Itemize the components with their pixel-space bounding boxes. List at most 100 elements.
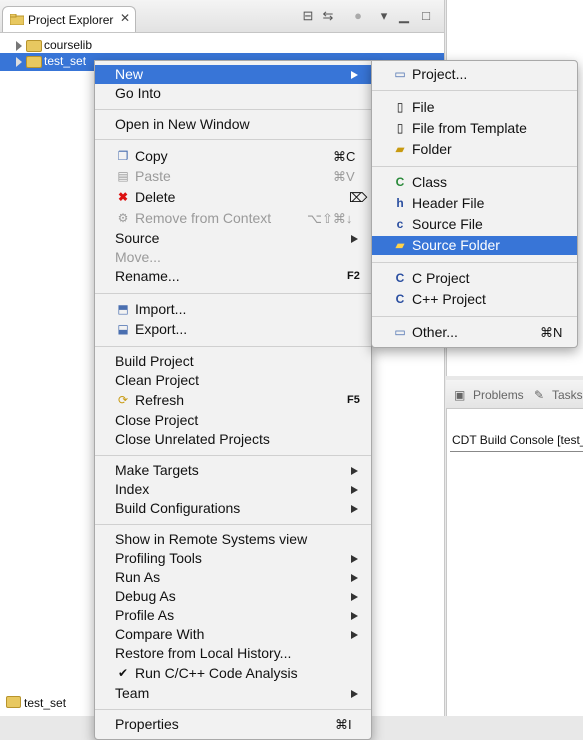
menu-item-go-into[interactable]: Go Into — [95, 84, 371, 103]
link-with-editor-icon[interactable]: ⇆ — [320, 8, 336, 24]
source-file-icon: c — [396, 217, 404, 231]
menu-item-label: Folder — [412, 141, 452, 157]
menu-item-close-unrelated[interactable]: Close Unrelated Projects — [95, 430, 371, 449]
expand-arrow-icon[interactable] — [16, 57, 22, 67]
menu-item-label: Build Project — [115, 353, 194, 369]
menu-separator — [95, 293, 371, 294]
menu-item-build-configurations[interactable]: Build Configurations — [95, 499, 371, 518]
menu-item-properties[interactable]: Properties ⌘I — [95, 715, 371, 734]
submenu-item-project[interactable]: ▭ Project... — [372, 65, 577, 84]
export-icon: ⬓ — [117, 322, 129, 336]
menu-item-label: Export... — [135, 321, 188, 337]
menu-item-source[interactable]: Source — [95, 229, 371, 248]
console-panel — [446, 380, 583, 716]
shortcut-label: F2 — [347, 270, 360, 282]
menu-item-copy[interactable]: ❐ Copy ⌘C — [95, 147, 371, 166]
menu-item-import[interactable]: ⬒ Import... — [95, 300, 371, 319]
new-wizard-icon: ▭ — [394, 325, 406, 339]
console-tabbar: ▣ Problems ✎ Tasks — [446, 380, 583, 409]
menu-item-run-code-analysis[interactable]: ✔ Run C/C++ Code Analysis — [95, 664, 371, 683]
menu-item-paste[interactable]: ▤ Paste ⌘V — [95, 167, 371, 186]
submenu-item-class[interactable]: C Class — [372, 173, 577, 192]
cpp-project-icon: C — [395, 292, 405, 306]
collapse-all-icon[interactable]: ⊟ — [300, 8, 316, 24]
shortcut-label: ⌘C — [333, 149, 356, 164]
menu-item-label: Source File — [412, 216, 483, 232]
project-folder-icon — [26, 56, 42, 68]
menu-item-label: Close Project — [115, 412, 199, 428]
project-folder-icon — [6, 696, 21, 708]
tab-tasks[interactable]: Tasks — [552, 388, 583, 402]
menu-item-delete[interactable]: ✖ Delete ⌦ — [95, 188, 371, 207]
menu-item-build-project[interactable]: Build Project — [95, 352, 371, 371]
menu-item-move[interactable]: Move... — [95, 248, 371, 267]
code-analysis-icon: ✔ — [117, 666, 129, 680]
tree-item-label: courselib — [44, 38, 93, 52]
minimize-icon[interactable]: ▁ — [396, 8, 412, 24]
submenu-item-source-folder[interactable]: ▰ Source Folder — [372, 236, 577, 255]
menu-item-open-new-window[interactable]: Open in New Window — [95, 115, 371, 134]
menu-item-debug-as[interactable]: Debug As — [95, 587, 371, 606]
menu-item-index[interactable]: Index — [95, 480, 371, 499]
tab-problems[interactable]: Problems — [473, 388, 524, 402]
menu-item-remove-from-context[interactable]: ⚙ Remove from Context ⌥⇧⌘↓ — [95, 209, 371, 228]
menu-item-label: Open in New Window — [115, 116, 250, 132]
menu-item-label: Profiling Tools — [115, 550, 202, 566]
menu-item-show-remote[interactable]: Show in Remote Systems view — [95, 530, 371, 549]
status-label: test_set — [24, 696, 67, 710]
project-explorer-tabbar: Project Explorer ✕ ⊟ ⇆ ● ▾ ▁ □ — [0, 0, 444, 33]
close-icon[interactable]: ✕ — [120, 11, 130, 25]
submenu-item-header-file[interactable]: h Header File — [372, 194, 577, 213]
menu-separator — [372, 90, 577, 91]
submenu-item-folder[interactable]: ▰ Folder — [372, 140, 577, 159]
menu-item-label: C++ Project — [412, 291, 486, 307]
c-project-icon: C — [395, 271, 405, 285]
submenu-item-other[interactable]: ▭ Other... ⌘N — [372, 323, 577, 342]
remove-context-icon: ⚙ — [117, 211, 129, 225]
class-icon: C — [395, 175, 405, 189]
menu-separator — [95, 139, 371, 140]
menu-item-export[interactable]: ⬓ Export... — [95, 320, 371, 339]
submenu-arrow-icon — [351, 593, 358, 601]
new-project-icon: ▭ — [394, 67, 406, 81]
expand-arrow-icon[interactable] — [16, 41, 22, 51]
submenu-item-cpp-project[interactable]: C C++ Project — [372, 290, 577, 309]
menu-separator — [95, 346, 371, 347]
menu-item-label: New — [115, 66, 144, 82]
menu-item-restore-history[interactable]: Restore from Local History... — [95, 644, 371, 663]
view-menu-icon[interactable]: ▾ — [376, 8, 392, 24]
menu-item-make-targets[interactable]: Make Targets — [95, 461, 371, 480]
project-folder-icon — [26, 40, 42, 52]
menu-item-label: Build Configurations — [115, 500, 241, 516]
submenu-item-file[interactable]: ▯ File — [372, 98, 577, 117]
submenu-item-c-project[interactable]: C C Project — [372, 269, 577, 288]
project-explorer-tab-label: Project Explorer — [28, 13, 114, 27]
menu-item-close-project[interactable]: Close Project — [95, 411, 371, 430]
menu-item-clean-project[interactable]: Clean Project — [95, 371, 371, 390]
menu-item-rename[interactable]: Rename... F2 — [95, 267, 371, 286]
menu-separator — [372, 262, 577, 263]
delete-icon: ✖ — [117, 190, 129, 204]
submenu-item-file-from-template[interactable]: ▯ File from Template — [372, 119, 577, 138]
project-explorer-tab[interactable]: Project Explorer ✕ — [2, 6, 136, 32]
menu-separator — [95, 109, 371, 110]
menu-item-refresh[interactable]: ⟳ Refresh F5 — [95, 391, 371, 410]
refresh-icon: ⟳ — [117, 393, 129, 407]
menu-item-label: Paste — [135, 168, 171, 184]
menu-item-label: Run C/C++ Code Analysis — [135, 665, 298, 681]
menu-item-profiling-tools[interactable]: Profiling Tools — [95, 549, 371, 568]
menu-item-profile-as[interactable]: Profile As — [95, 606, 371, 625]
maximize-icon[interactable]: □ — [418, 8, 434, 24]
menu-item-label: Index — [115, 481, 150, 497]
shortcut-label: F5 — [347, 394, 360, 406]
submenu-item-source-file[interactable]: c Source File — [372, 215, 577, 234]
menu-item-compare-with[interactable]: Compare With — [95, 625, 371, 644]
focus-icon[interactable]: ● — [350, 8, 366, 24]
menu-item-new[interactable]: New — [95, 65, 371, 84]
status-bar: test_set — [0, 688, 94, 716]
menu-item-label: Go Into — [115, 85, 161, 101]
submenu-arrow-icon — [351, 467, 358, 475]
menu-item-team[interactable]: Team — [95, 684, 371, 703]
menu-item-run-as[interactable]: Run As — [95, 568, 371, 587]
menu-item-label: Debug As — [115, 588, 176, 604]
